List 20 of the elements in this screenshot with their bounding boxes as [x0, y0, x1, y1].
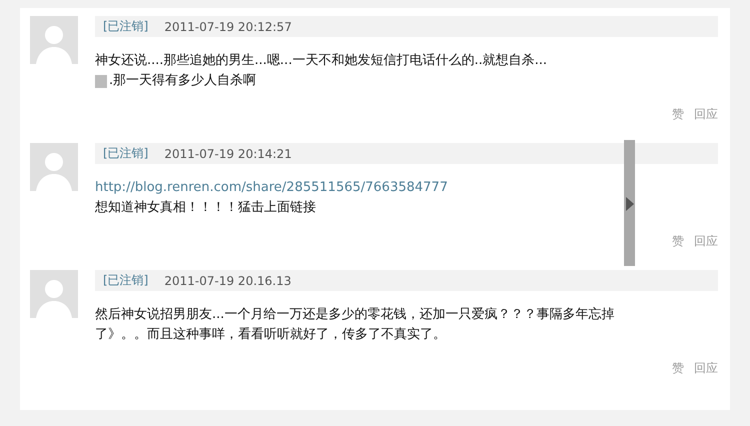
reply-link[interactable]: 回应 — [694, 360, 718, 377]
timestamp: 2011-07-19 20:14:21 — [164, 146, 292, 160]
timestamp: 2011-07-19 20.16.13 — [164, 274, 292, 288]
emoticon-icon — [95, 74, 107, 88]
reply-link[interactable]: 回应 — [694, 233, 718, 250]
like-link[interactable]: 赞 — [672, 233, 684, 250]
comment-text: 神女还说....那些追她的男生...嗯...一天不和她发短信打电话什么的..就想自杀... — [95, 53, 547, 68]
username-link[interactable]: [已注销] — [103, 145, 148, 162]
like-link[interactable]: 赞 — [672, 360, 684, 377]
comment-text: 然后神女说招男朋友...一个月给一万还是多少的零花钱，还加一只爱疯？？？事隔多年忘掉了》。。而且这种事咩，看看听听就好了，传多了不真实了。 — [95, 307, 614, 342]
username-link[interactable]: [已注销] — [103, 18, 148, 35]
scroll-handle[interactable] — [624, 140, 635, 266]
comment-text: .那一天得有多少人自杀啊 — [109, 72, 256, 90]
reply-link[interactable]: 回应 — [694, 106, 718, 123]
like-link[interactable]: 赞 — [672, 106, 684, 123]
share-link[interactable]: http://blog.renren.com/share/285511565/7663584777 — [95, 180, 448, 195]
comment-text: 想知道神女真相！！！！猛击上面链接 — [95, 200, 316, 215]
timestamp: 2011-07-19 20:12:57 — [164, 20, 292, 34]
arrow-right-icon[interactable] — [626, 197, 634, 211]
username-link[interactable]: [已注销] — [103, 272, 148, 289]
